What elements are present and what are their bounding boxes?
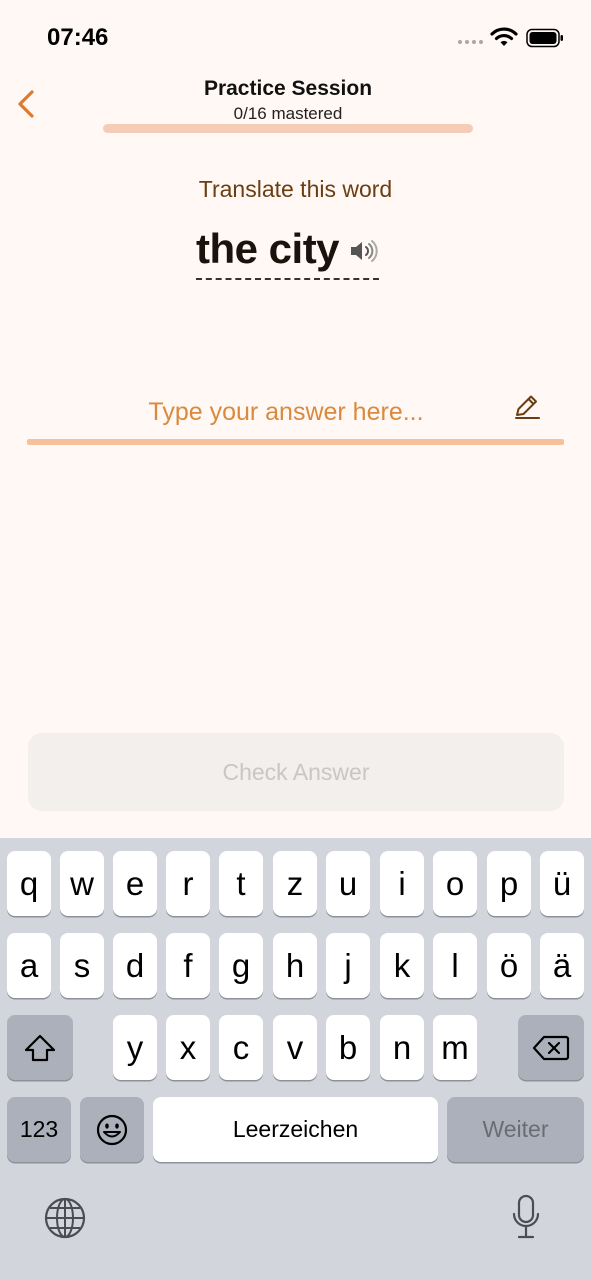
- key-q[interactable]: q: [7, 851, 51, 916]
- numbers-key[interactable]: 123: [7, 1097, 71, 1162]
- key-b[interactable]: b: [326, 1015, 370, 1080]
- status-time: 07:46: [47, 24, 109, 51]
- page-title: Practice Session: [203, 77, 373, 100]
- key-m[interactable]: m: [433, 1015, 477, 1080]
- key-f[interactable]: f: [166, 933, 210, 998]
- space-key[interactable]: Leerzeichen: [153, 1097, 438, 1162]
- key-a[interactable]: a: [7, 933, 51, 998]
- wifi-icon: [490, 27, 518, 46]
- key-n[interactable]: n: [380, 1015, 424, 1080]
- backspace-key[interactable]: [518, 1015, 584, 1080]
- key-p[interactable]: p: [487, 851, 531, 916]
- target-word[interactable]: the city: [196, 225, 340, 273]
- emoji-key[interactable]: [80, 1097, 144, 1162]
- key-z[interactable]: z: [273, 851, 317, 916]
- key-r[interactable]: r: [166, 851, 210, 916]
- answer-underline: [27, 439, 564, 445]
- pencil-icon: [515, 395, 540, 419]
- key-t[interactable]: t: [219, 851, 263, 916]
- prompt-label: Translate this word: [198, 176, 393, 202]
- mastered-count: 0/16 mastered: [233, 104, 343, 123]
- battery-icon: [526, 28, 563, 48]
- key-o[interactable]: o: [433, 851, 477, 916]
- progress-bar: [103, 124, 473, 133]
- shift-key[interactable]: [7, 1015, 73, 1080]
- key-g[interactable]: g: [219, 933, 263, 998]
- key-u-umlaut[interactable]: ü: [540, 851, 584, 916]
- key-i[interactable]: i: [380, 851, 424, 916]
- answer-input[interactable]: [28, 384, 564, 440]
- backspace-icon: [532, 1035, 570, 1060]
- target-word-row[interactable]: the city: [196, 224, 380, 280]
- status-bar: 07:46: [0, 0, 591, 76]
- key-v[interactable]: v: [273, 1015, 317, 1080]
- key-j[interactable]: j: [326, 933, 370, 998]
- key-o-umlaut[interactable]: ö: [487, 933, 531, 998]
- key-a-umlaut[interactable]: ä: [540, 933, 584, 998]
- key-d[interactable]: d: [113, 933, 157, 998]
- signal-dots-icon: [458, 40, 483, 44]
- key-s[interactable]: s: [60, 933, 104, 998]
- key-x[interactable]: x: [166, 1015, 210, 1080]
- speaker-icon[interactable]: [349, 238, 379, 264]
- key-k[interactable]: k: [380, 933, 424, 998]
- key-h[interactable]: h: [273, 933, 317, 998]
- check-answer-button[interactable]: Check Answer: [28, 733, 564, 811]
- key-c[interactable]: c: [219, 1015, 263, 1080]
- microphone-icon[interactable]: [511, 1194, 541, 1240]
- emoji-icon: [96, 1114, 128, 1145]
- return-key[interactable]: Weiter: [447, 1097, 584, 1162]
- key-e[interactable]: e: [113, 851, 157, 916]
- globe-icon[interactable]: [43, 1196, 87, 1240]
- shift-icon: [24, 1034, 56, 1061]
- key-l[interactable]: l: [433, 933, 477, 998]
- key-w[interactable]: w: [60, 851, 104, 916]
- key-u[interactable]: u: [326, 851, 370, 916]
- key-y[interactable]: y: [113, 1015, 157, 1080]
